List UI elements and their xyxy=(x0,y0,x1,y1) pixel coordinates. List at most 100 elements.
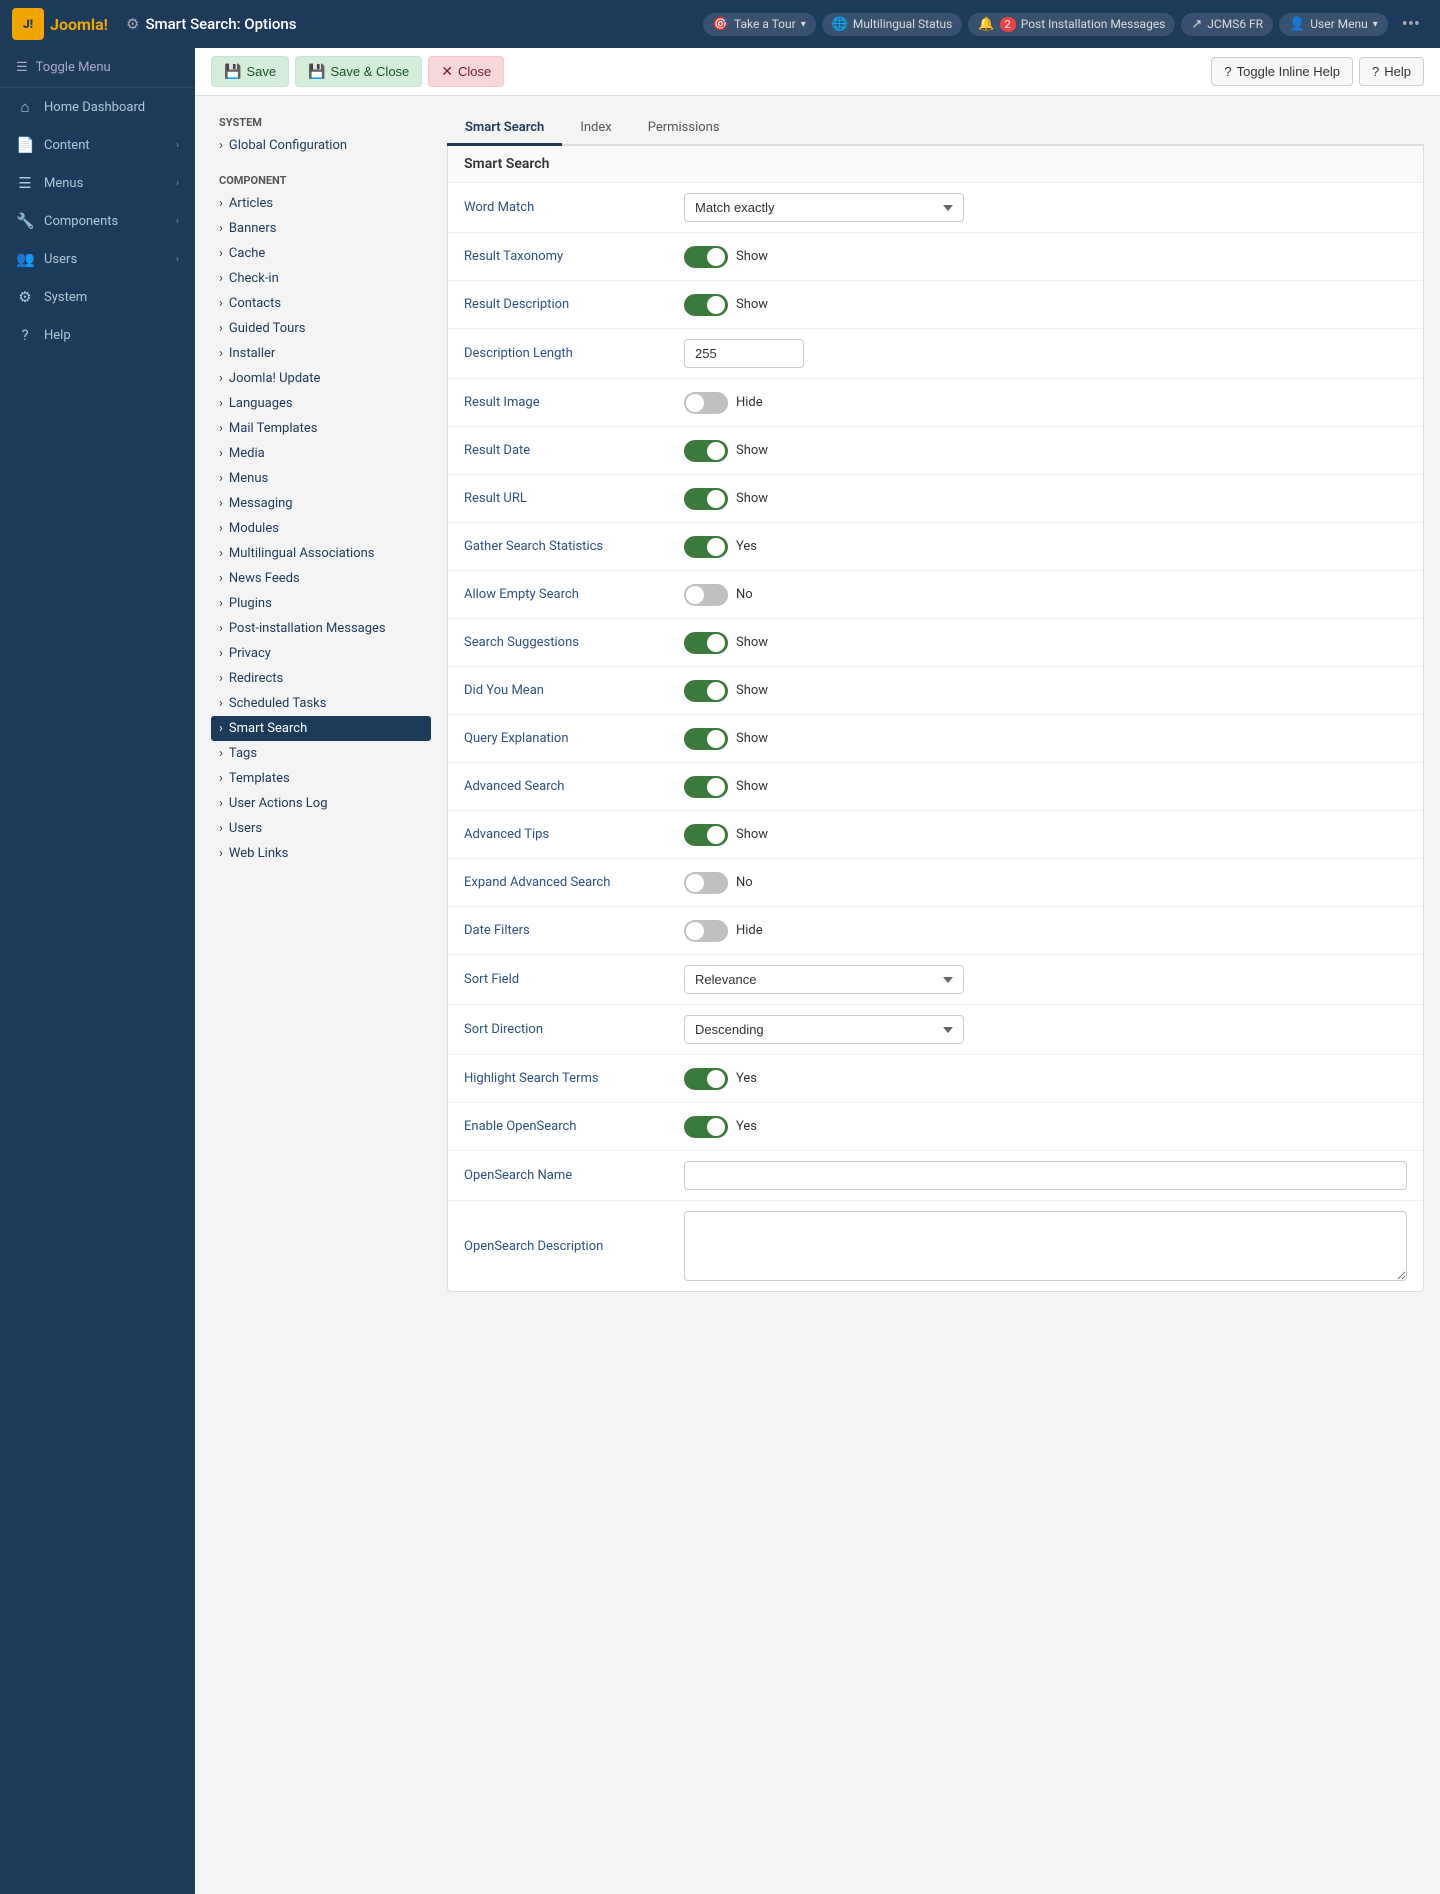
chevron-r-icon: › xyxy=(219,296,223,311)
tab-smart-search[interactable]: Smart Search xyxy=(447,112,562,146)
chevron-r-icon: › xyxy=(219,246,223,261)
left-nav-post-install[interactable]: ›Post-installation Messages xyxy=(211,616,431,641)
tour-pill[interactable]: 🎯 Take a Tour ▾ xyxy=(703,13,816,36)
user-menu-label: User Menu xyxy=(1310,17,1367,31)
left-nav-media[interactable]: ›Media xyxy=(211,441,431,466)
jcms6-pill[interactable]: ↗ JCMS6 FR xyxy=(1181,13,1273,36)
left-nav-menus[interactable]: ›Menus xyxy=(211,466,431,491)
opensearch-description-textarea[interactable] xyxy=(684,1211,1407,1281)
sidebar-item-system[interactable]: ⚙ System xyxy=(0,278,195,316)
toggle-menu-button[interactable]: ☰ Toggle Menu xyxy=(0,48,195,88)
notifications-label: Post Installation Messages xyxy=(1021,17,1166,31)
left-nav-cache[interactable]: ›Cache xyxy=(211,241,431,266)
more-options-button[interactable]: ••• xyxy=(1394,10,1428,39)
date-filters-toggle[interactable] xyxy=(684,920,728,942)
sidebar-help-label: Help xyxy=(44,328,71,343)
left-nav-web-links[interactable]: ›Web Links xyxy=(211,841,431,866)
left-nav-users[interactable]: ›Users xyxy=(211,816,431,841)
highlight-search-terms-toggle[interactable] xyxy=(684,1068,728,1090)
logo[interactable]: J! Joomla! xyxy=(12,8,108,40)
result-image-row: Result Image Hide xyxy=(448,379,1423,427)
result-url-row: Result URL Show xyxy=(448,475,1423,523)
left-nav-messaging[interactable]: ›Messaging xyxy=(211,491,431,516)
left-nav-installer[interactable]: ›Installer xyxy=(211,341,431,366)
left-nav-privacy[interactable]: ›Privacy xyxy=(211,641,431,666)
allow-empty-search-toggle[interactable] xyxy=(684,584,728,606)
left-nav-templates[interactable]: ›Templates xyxy=(211,766,431,791)
left-nav-articles[interactable]: ›Articles xyxy=(211,191,431,216)
did-you-mean-toggle-wrap: Show xyxy=(684,680,768,702)
result-description-label: Result Description xyxy=(464,297,684,312)
user-menu-pill[interactable]: 👤 User Menu ▾ xyxy=(1279,13,1388,36)
close-button[interactable]: ✕ Close xyxy=(428,56,504,87)
result-taxonomy-toggle-label: Show xyxy=(736,249,768,264)
multilingual-pill[interactable]: 🌐 Multilingual Status xyxy=(822,13,963,36)
toggle-inline-help-button[interactable]: ? Toggle Inline Help xyxy=(1211,57,1353,86)
left-nav-contacts[interactable]: ›Contacts xyxy=(211,291,431,316)
global-config-item[interactable]: › Global Configuration xyxy=(211,133,431,158)
left-nav-joomla-update[interactable]: ›Joomla! Update xyxy=(211,366,431,391)
gather-stats-toggle-wrap: Yes xyxy=(684,536,757,558)
sort-field-select[interactable]: Relevance Date Title Author xyxy=(684,965,964,994)
left-nav-smart-search[interactable]: ›Smart Search xyxy=(211,716,431,741)
sidebar-item-menus[interactable]: ☰ Menus › xyxy=(0,164,195,202)
advanced-search-toggle[interactable] xyxy=(684,776,728,798)
left-nav-plugins[interactable]: ›Plugins xyxy=(211,591,431,616)
save-button[interactable]: 💾 Save xyxy=(211,56,289,87)
result-taxonomy-toggle[interactable] xyxy=(684,246,728,268)
chevron-r-icon: › xyxy=(219,421,223,436)
result-url-label: Result URL xyxy=(464,491,684,506)
save-close-button[interactable]: 💾 Save & Close xyxy=(295,56,422,87)
advanced-search-row: Advanced Search Show xyxy=(448,763,1423,811)
expand-advanced-search-toggle[interactable] xyxy=(684,872,728,894)
left-nav-news-feeds[interactable]: ›News Feeds xyxy=(211,566,431,591)
left-nav-user-actions[interactable]: ›User Actions Log xyxy=(211,791,431,816)
help-button[interactable]: ? Help xyxy=(1359,57,1424,86)
chevron-r-icon: › xyxy=(219,721,223,736)
sort-direction-select[interactable]: Descending Ascending xyxy=(684,1015,964,1044)
toggle-help-label: Toggle Inline Help xyxy=(1237,64,1340,79)
left-nav-guided-tours[interactable]: ›Guided Tours xyxy=(211,316,431,341)
component-section: Component ›Articles ›Banners ›Cache ›Che… xyxy=(211,170,431,866)
left-nav-checkin[interactable]: ›Check-in xyxy=(211,266,431,291)
sidebar-item-users[interactable]: 👥 Users › xyxy=(0,240,195,278)
left-nav-tags[interactable]: ›Tags xyxy=(211,741,431,766)
left-nav-languages[interactable]: ›Languages xyxy=(211,391,431,416)
result-url-toggle[interactable] xyxy=(684,488,728,510)
did-you-mean-control: Show xyxy=(684,680,1407,702)
left-nav-scheduled-tasks[interactable]: ›Scheduled Tasks xyxy=(211,691,431,716)
result-description-toggle[interactable] xyxy=(684,294,728,316)
left-nav-redirects[interactable]: ›Redirects xyxy=(211,666,431,691)
word-match-select[interactable]: Match exactly Match any word Match all w… xyxy=(684,193,964,222)
left-nav-banners[interactable]: ›Banners xyxy=(211,216,431,241)
notifications-pill[interactable]: 🔔 2 Post Installation Messages xyxy=(968,13,1175,36)
close-icon: ✕ xyxy=(441,63,453,80)
search-suggestions-toggle-label: Show xyxy=(736,635,768,650)
description-length-input[interactable] xyxy=(684,339,804,368)
did-you-mean-toggle[interactable] xyxy=(684,680,728,702)
sidebar-item-content[interactable]: 📄 Content › xyxy=(0,126,195,164)
sidebar-item-components[interactable]: 🔧 Components › xyxy=(0,202,195,240)
enable-opensearch-toggle[interactable] xyxy=(684,1116,728,1138)
enable-opensearch-row: Enable OpenSearch Yes xyxy=(448,1103,1423,1151)
sidebar-item-home[interactable]: ⌂ Home Dashboard xyxy=(0,88,195,126)
tab-permissions[interactable]: Permissions xyxy=(630,112,738,146)
sidebar-item-help[interactable]: ? Help xyxy=(0,316,195,354)
advanced-tips-toggle[interactable] xyxy=(684,824,728,846)
opensearch-name-input[interactable] xyxy=(684,1161,1407,1190)
highlight-search-terms-row: Highlight Search Terms Yes xyxy=(448,1055,1423,1103)
left-nav-multilingual[interactable]: ›Multilingual Associations xyxy=(211,541,431,566)
gather-stats-toggle[interactable] xyxy=(684,536,728,558)
result-date-toggle[interactable] xyxy=(684,440,728,462)
result-image-toggle[interactable] xyxy=(684,392,728,414)
chevron-r-icon: › xyxy=(219,596,223,611)
query-explanation-toggle[interactable] xyxy=(684,728,728,750)
word-match-row: Word Match Match exactly Match any word … xyxy=(448,183,1423,233)
result-image-control: Hide xyxy=(684,392,1407,414)
left-nav-mail-templates[interactable]: ›Mail Templates xyxy=(211,416,431,441)
tab-index[interactable]: Index xyxy=(562,112,629,146)
search-suggestions-toggle[interactable] xyxy=(684,632,728,654)
tab-bar: Smart Search Index Permissions xyxy=(447,112,1424,146)
left-nav-modules[interactable]: ›Modules xyxy=(211,516,431,541)
sort-field-control: Relevance Date Title Author xyxy=(684,965,1407,994)
